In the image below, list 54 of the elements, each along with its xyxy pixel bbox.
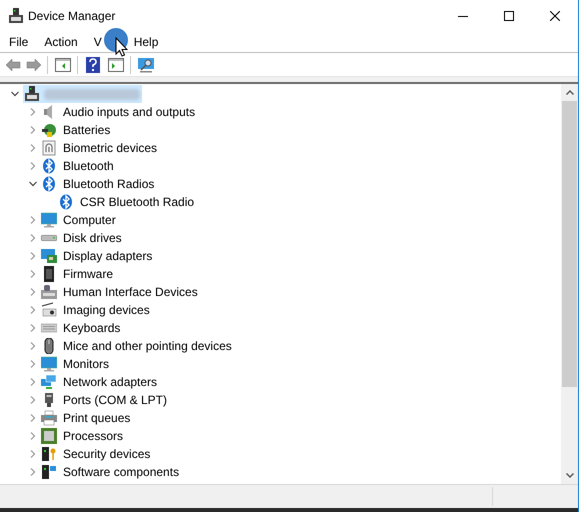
tree-item[interactable]: Ports (COM & LPT) — [63, 391, 168, 409]
bluetooth-icon — [41, 176, 57, 192]
input-device-icon — [41, 284, 57, 300]
computer-tower-icon — [41, 464, 57, 480]
tree-item[interactable]: Computer — [63, 211, 116, 229]
tree-item[interactable]: Monitors — [63, 355, 110, 373]
tree-item[interactable]: Mice and other pointing devices — [63, 337, 232, 355]
tree-item[interactable]: Network adapters — [63, 373, 158, 391]
mouse-cursor-icon — [104, 27, 130, 59]
menu-item[interactable]: Help — [126, 32, 166, 52]
battery-icon — [41, 122, 57, 138]
app-icon — [8, 8, 24, 24]
tree-item[interactable]: Human Interface Devices — [63, 283, 198, 301]
monitor-icon — [41, 356, 57, 372]
tree-item[interactable]: Security devices — [63, 445, 150, 463]
tree-item[interactable]: Bluetooth Radios — [63, 175, 154, 193]
left-arrow-icon — [4, 58, 20, 72]
bluetooth-icon — [58, 194, 74, 210]
tree-item[interactable]: Biometric devices — [63, 139, 158, 157]
fingerprint-icon — [41, 140, 57, 156]
tree-item[interactable]: Keyboards — [63, 319, 120, 337]
maximize-icon — [504, 11, 514, 21]
menu-item[interactable]: Action — [36, 32, 86, 52]
scrollbar-thumb[interactable] — [562, 101, 577, 387]
tree-item[interactable]: Processors — [63, 427, 124, 445]
computer-icon — [24, 86, 40, 102]
camera-icon — [41, 302, 57, 318]
tree-item[interactable]: Print queues — [63, 409, 130, 427]
tree-item[interactable]: Display adapters — [63, 247, 152, 265]
bluetooth-icon — [41, 158, 57, 174]
network-icon — [41, 374, 57, 390]
tree-item[interactable]: Imaging devices — [63, 301, 150, 319]
close-icon — [550, 11, 560, 21]
window-title: Device Manager — [28, 8, 116, 25]
tree-item[interactable]: Software components — [63, 463, 180, 481]
tree-item[interactable]: Bluetooth — [63, 157, 114, 175]
monitor-icon — [41, 212, 57, 228]
scroll-down-icon[interactable] — [566, 473, 574, 478]
scrollbar[interactable] — [561, 84, 578, 484]
printer-icon — [41, 410, 57, 426]
menu-item[interactable]: File — [1, 32, 36, 52]
tree-item[interactable]: Audio inputs and outputs — [63, 103, 196, 121]
chip-icon — [41, 266, 57, 282]
tree-item[interactable]: Disk drives — [63, 229, 122, 247]
key-icon — [41, 446, 57, 462]
right-arrow-icon — [26, 58, 42, 72]
computer-node[interactable] — [23, 85, 142, 103]
tree-item[interactable]: CSR Bluetooth Radio — [80, 193, 194, 211]
processor-icon — [41, 428, 57, 444]
scroll-up-icon[interactable] — [566, 90, 574, 95]
tree-item[interactable]: Firmware — [63, 265, 113, 283]
display-adapter-icon — [41, 248, 57, 264]
disk-drive-icon — [41, 235, 57, 241]
tree-item[interactable]: Batteries — [63, 121, 110, 139]
